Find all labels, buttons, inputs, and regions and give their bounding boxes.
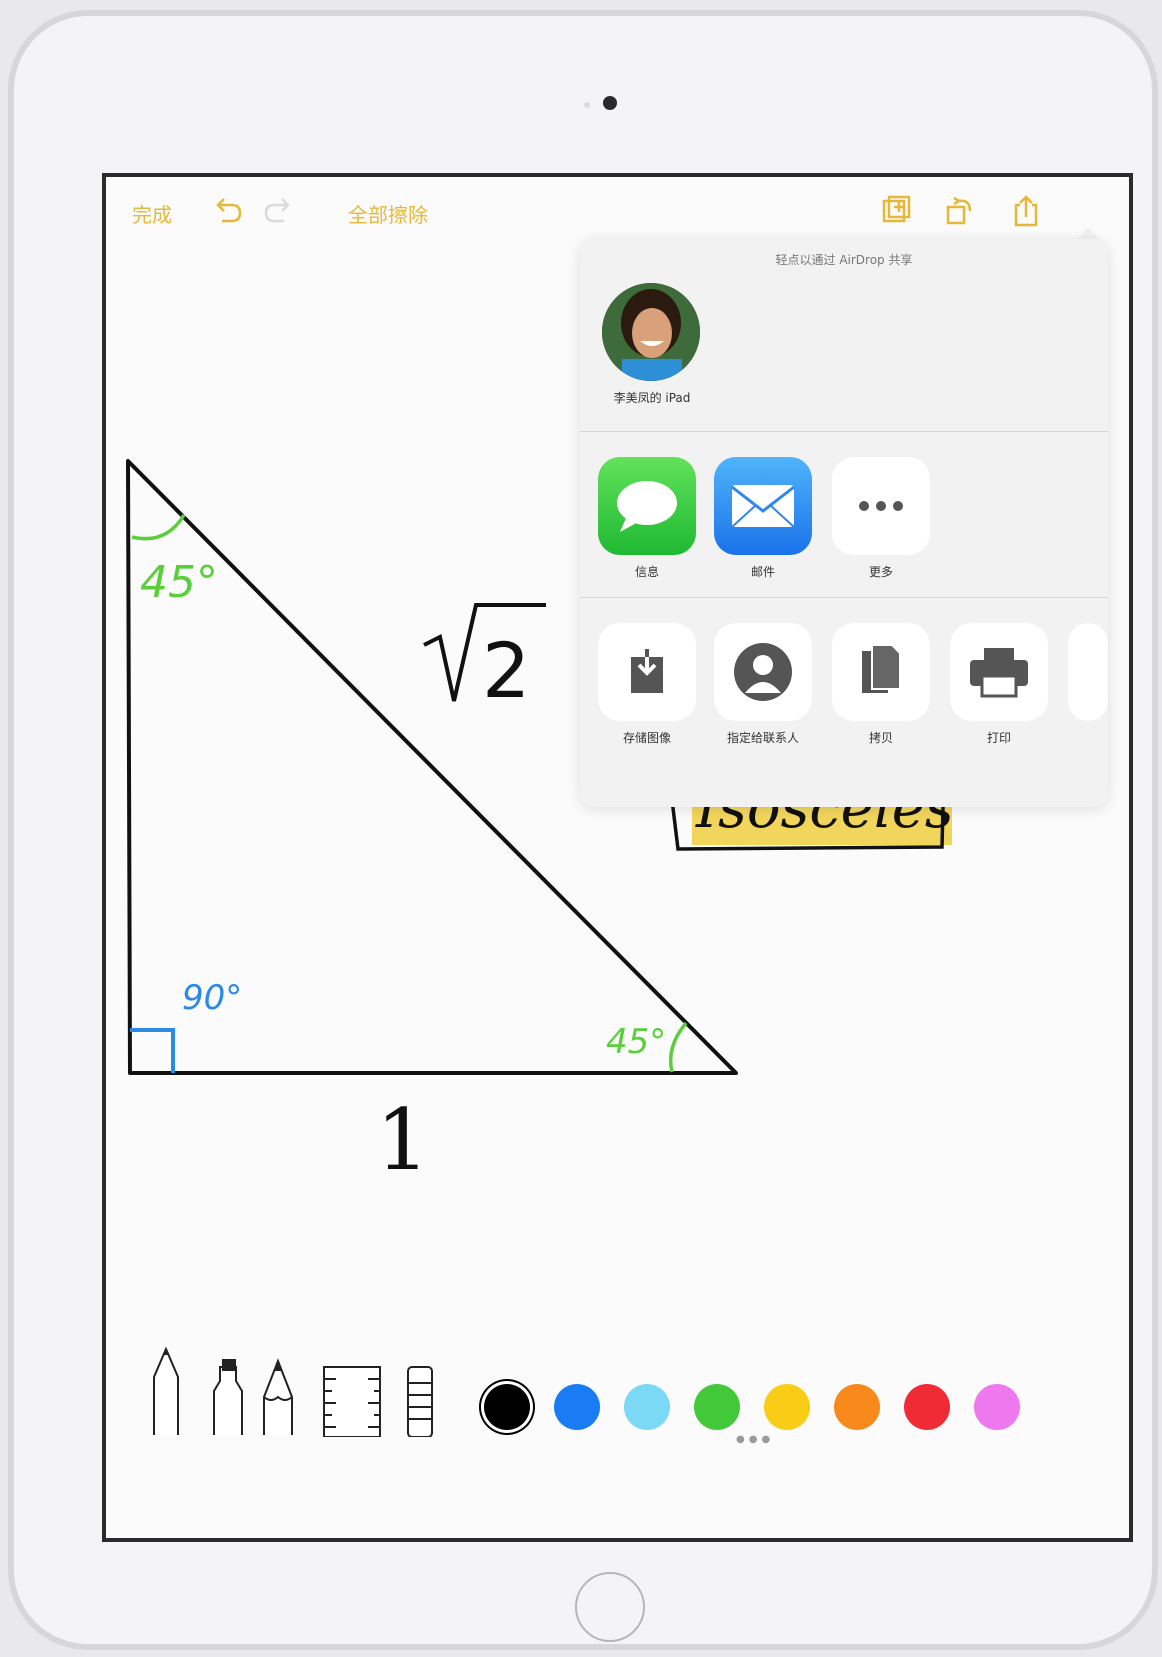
share-app-more[interactable]: 更多 [832, 457, 930, 580]
add-shape-icon[interactable] [878, 193, 914, 229]
separator [580, 431, 1108, 432]
screen: 45° 90° 45° 2 1 Isosceles 完成 全部擦除 轻点以通过 … [102, 173, 1133, 1542]
done-button[interactable]: 完成 [132, 199, 172, 228]
redo-icon[interactable] [260, 193, 296, 229]
right-angle-marker [130, 1028, 175, 1073]
airdrop-avatar[interactable] [602, 283, 700, 381]
more-icon [832, 457, 930, 555]
action-label: 存储图像 [622, 731, 671, 745]
mail-icon [714, 457, 812, 555]
action-next-partial[interactable] [1068, 623, 1108, 721]
hypotenuse-label: 2 [482, 626, 530, 715]
ipad-device: 45° 90° 45° 2 1 Isosceles 完成 全部擦除 轻点以通过 … [8, 10, 1158, 1650]
base-label: 1 [376, 1091, 429, 1189]
undo-icon[interactable] [210, 193, 246, 229]
markup-toolbar: 完成 全部擦除 [106, 177, 1129, 247]
action-copy[interactable]: 拷贝 [832, 623, 930, 746]
print-icon [950, 623, 1048, 721]
messages-icon [598, 457, 696, 555]
partial-action-icon [1068, 623, 1108, 721]
save-image-icon [598, 623, 696, 721]
color-swatch-green[interactable] [694, 1384, 740, 1430]
pencil-tool-icon[interactable] [263, 1358, 293, 1435]
eraser-tool-icon[interactable] [407, 1366, 433, 1437]
separator [580, 597, 1108, 598]
contact-icon [714, 623, 812, 721]
action-label: 打印 [986, 731, 1011, 745]
action-assign-contact[interactable]: 指定给联系人 [714, 623, 812, 746]
share-app-messages[interactable]: 信息 [598, 457, 696, 580]
bottom-angle-arc [668, 1021, 688, 1073]
action-label: 指定给联系人 [726, 731, 799, 745]
angle-bottom-right-label: 45° [606, 1022, 666, 1062]
color-swatch-yellow[interactable] [764, 1384, 810, 1430]
angle-top-label: 45° [140, 557, 218, 608]
erase-all-button[interactable]: 全部擦除 [348, 199, 428, 228]
rotate-icon[interactable] [942, 193, 978, 229]
color-swatch-pink[interactable] [974, 1384, 1020, 1430]
action-label: 拷贝 [868, 731, 893, 745]
ruler-tool-icon[interactable] [323, 1366, 381, 1437]
airdrop-hint: 轻点以通过 AirDrop 共享 [775, 253, 913, 267]
tool-palette [153, 1347, 433, 1437]
color-swatch-red[interactable] [904, 1384, 950, 1430]
share-icon[interactable] [1008, 193, 1044, 229]
color-swatch-orange[interactable] [834, 1384, 880, 1430]
share-app-mail[interactable]: 邮件 [714, 457, 812, 580]
color-swatch-light-blue[interactable] [624, 1384, 670, 1430]
color-swatch-black[interactable] [484, 1384, 530, 1430]
color-swatch-blue[interactable] [554, 1384, 600, 1430]
marker-tool-icon[interactable] [213, 1359, 243, 1435]
share-app-label: 信息 [634, 565, 659, 579]
share-sheet: 轻点以通过 AirDrop 共享 李美凤的 iPad 信息 邮件 更多 存储图像… [580, 239, 1108, 807]
share-app-label: 邮件 [750, 565, 775, 579]
angle-bottom-left-label: 90° [182, 978, 242, 1018]
action-save-image[interactable]: 存储图像 [598, 623, 696, 746]
front-camera [603, 96, 617, 110]
palette-page-indicator: ●●● [736, 1434, 775, 1445]
camera-sensor [584, 102, 590, 108]
copy-icon [832, 623, 930, 721]
airdrop-device-name: 李美凤的 iPad [613, 391, 691, 405]
share-app-label: 更多 [868, 565, 893, 579]
pen-tool-icon[interactable] [153, 1347, 179, 1435]
top-angle-arc [131, 514, 186, 541]
action-print[interactable]: 打印 [950, 623, 1048, 746]
home-button[interactable] [575, 1572, 645, 1642]
